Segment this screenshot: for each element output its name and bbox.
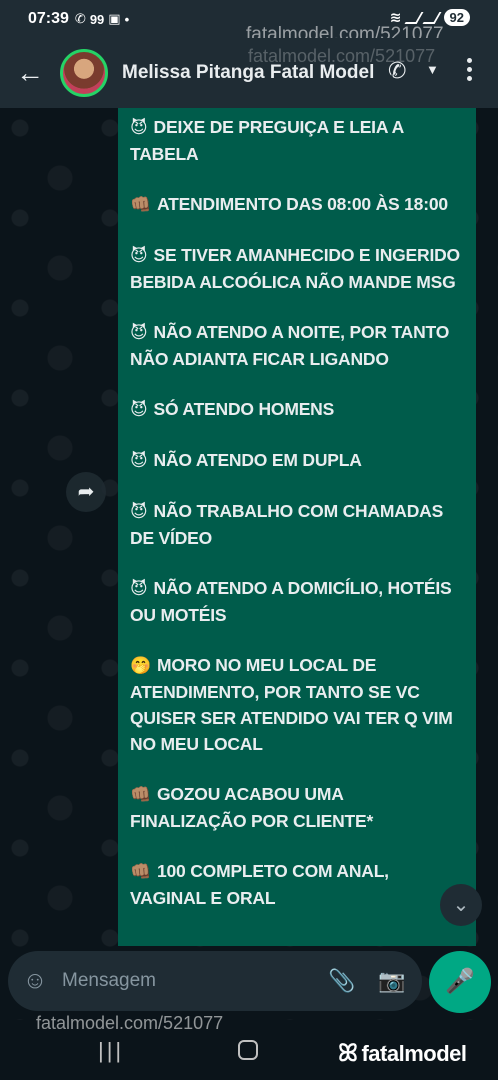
message-line: 👊🏽 100 COMPLETO COM ANAL, VAGINAL E ORAL (130, 858, 464, 911)
fatalmodel-logo-text: fatalmodel (361, 1041, 467, 1066)
message-text: NÃO ATENDO A NOITE, POR TANTO NÃO ADIANT… (130, 322, 450, 369)
message-emoji: 👊🏽 (130, 195, 151, 214)
message-emoji: 😈 (130, 451, 148, 470)
camera-icon[interactable]: 📷 (362, 968, 422, 994)
signal-icon-2 (422, 11, 441, 24)
watermark-top-faint: fatalmodel.com/521077 (248, 46, 436, 66)
message-emoji: 😈 (130, 502, 148, 521)
home-icon[interactable] (238, 1040, 258, 1060)
message-text: 100 COMPLETO COM ANAL, VAGINAL E ORAL (130, 861, 389, 908)
message-emoji: 😈 (130, 246, 148, 265)
message-line: 😈 NÃO ATENDO A NOITE, POR TANTO NÃO ADIAN… (130, 319, 464, 372)
recent-apps-icon[interactable]: ||| (98, 1038, 124, 1064)
message-emoji: 😈 (130, 118, 148, 137)
notification-count: 99 (89, 11, 105, 27)
message-emoji: 😈 (130, 323, 148, 342)
screenshot-icon: ▣ (108, 11, 121, 26)
message-text: NÃO TRABALHO COM CHAMADAS DE VÍDEO (130, 501, 444, 548)
message-text: GOZOU ACABOU UMA FINALIZAÇÃO POR CLIENTE… (130, 784, 374, 831)
more-options-icon[interactable] (460, 58, 478, 81)
message-emoji: 🤭 (130, 656, 151, 675)
message-input[interactable]: Mensagem (62, 970, 322, 992)
message-text: MORO NO MEU LOCAL DE ATENDIMENTO, POR TA… (130, 655, 453, 754)
message-bubble[interactable]: 😈 DEIXE DE PREGUIÇA E LEIA A TABELA 👊🏽 ATEN… (118, 108, 476, 946)
back-arrow-icon[interactable]: ← (0, 57, 60, 89)
message-line: 👊🏽 ATENDIMENTO DAS 08:00 ÀS 18:00 (130, 191, 464, 218)
message-emoji: 😈 (130, 400, 148, 419)
message-text: NÃO ATENDO EM DUPLA (153, 450, 362, 470)
butterfly-icon: ꕤ (338, 1040, 358, 1067)
message-line: 😈 SE TIVER AMANHECIDO E INGERIDO BEBIDA A… (130, 242, 464, 295)
message-line: 😈 DEIXE DE PREGUIÇA E LEIA A TABELA (130, 114, 464, 167)
dot-icon: • (124, 11, 130, 27)
message-line: 😈 NÃO ATENDO A DOMICÍLIO, HOTÉIS OU MOTÉI… (130, 575, 464, 628)
message-emoji: 👊🏽 (130, 785, 151, 804)
message-input-bar[interactable]: ☺ Mensagem 📎 📷 (8, 951, 422, 1011)
paperclip-icon[interactable]: 📎 (322, 968, 362, 994)
whatsapp-icon: ✆ (74, 11, 86, 26)
message-text: SÓ ATENDO HOMENS (153, 399, 335, 419)
message-text: NÃO ATENDO A DOMICÍLIO, HOTÉIS OU MOTÉIS (130, 578, 452, 625)
message-text: DEIXE DE PREGUIÇA E LEIA A TABELA (130, 117, 404, 164)
message-line: 🤭 MORO NO MEU LOCAL DE ATENDIMENTO, POR T… (130, 652, 464, 757)
fatalmodel-logo: ꕤ fatalmodel (338, 1040, 467, 1068)
message-lines: 😈 DEIXE DE PREGUIÇA E LEIA A TABELA 👊🏽 ATEN… (130, 114, 464, 911)
sticker-icon[interactable]: ☺ (8, 967, 62, 995)
message-line: 😈 SÓ ATENDO HOMENS (130, 396, 464, 423)
message-emoji: 😈 (130, 579, 148, 598)
avatar[interactable] (60, 49, 108, 97)
message-text: SE TIVER AMANHECIDO E INGERIDO BEBIDA AL… (130, 245, 460, 292)
message-line: 😈 NÃO TRABALHO COM CHAMADAS DE VÍDEO (130, 498, 464, 551)
status-time: 07:39 (28, 10, 69, 27)
scroll-down-button[interactable]: ⌄ (440, 884, 482, 926)
signal-icon (404, 11, 423, 24)
message-emoji: 👊🏽 (130, 862, 151, 881)
battery-badge: 92 (443, 9, 470, 26)
message-line: 😈 NÃO ATENDO EM DUPLA (130, 447, 464, 474)
mic-button[interactable]: 🎤 (429, 951, 491, 1013)
message-text: ATENDIMENTO DAS 08:00 ÀS 18:00 (156, 194, 448, 214)
watermark-bottom: fatalmodel.com/521077 (36, 1013, 224, 1033)
message-line: 👊🏽 GOZOU ACABOU UMA FINALIZAÇÃO POR CLIEN… (130, 781, 464, 834)
forward-icon[interactable]: ➦ (66, 472, 106, 512)
